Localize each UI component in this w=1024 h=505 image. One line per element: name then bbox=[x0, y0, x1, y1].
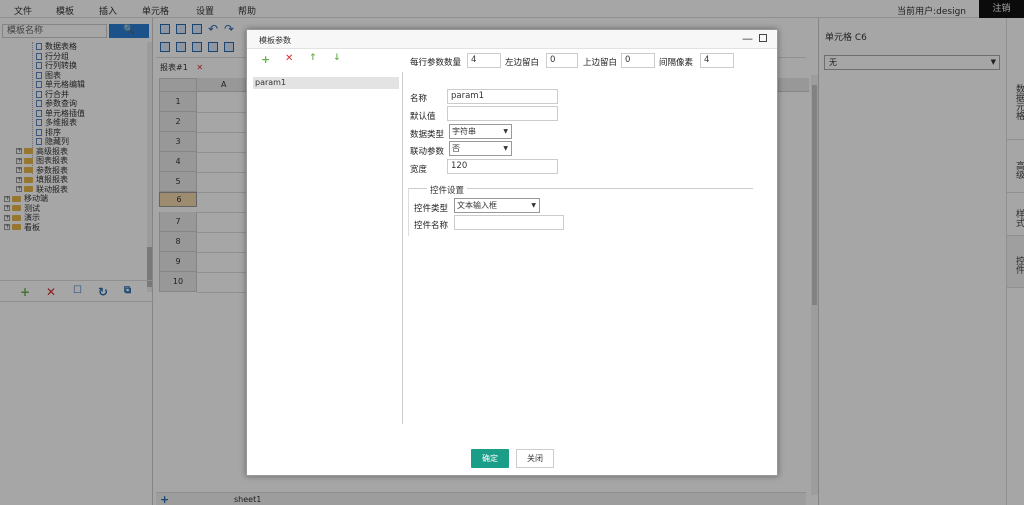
control-settings-legend: 控件设置 bbox=[427, 184, 468, 196]
close-button[interactable]: 关闭 bbox=[516, 449, 554, 468]
data-type-select[interactable]: 字符串 ▼ bbox=[449, 124, 512, 139]
dialog-divider bbox=[402, 72, 403, 424]
move-down-icon[interactable]: ↓ bbox=[333, 53, 341, 63]
per-row-label: 每行参数数量 bbox=[410, 58, 462, 68]
linked-label: 联动参数 bbox=[410, 147, 445, 157]
top-margin-input[interactable]: 0 bbox=[621, 53, 655, 68]
width-label: 宽度 bbox=[410, 165, 428, 175]
default-label: 默认值 bbox=[410, 112, 436, 122]
dialog-title-bar: 模板参数 — bbox=[247, 30, 777, 49]
maximize-icon[interactable] bbox=[759, 34, 767, 42]
control-type-value: 文本输入框 bbox=[457, 201, 497, 210]
param-list-item[interactable]: param1 bbox=[253, 77, 399, 89]
width-input[interactable]: 120 bbox=[447, 159, 558, 174]
template-params-dialog: 模板参数 — + ✕ ↑ ↓ param1 每行参数数量 4 左边留白 0 上边… bbox=[246, 29, 778, 476]
chevron-down-icon: ▼ bbox=[503, 145, 508, 152]
data-type-value: 字符串 bbox=[452, 127, 476, 136]
chevron-down-icon: ▼ bbox=[531, 202, 536, 209]
add-param-icon[interactable]: + bbox=[261, 53, 270, 66]
top-margin-label: 上边留白 bbox=[583, 58, 618, 68]
gap-input[interactable]: 4 bbox=[700, 53, 734, 68]
default-input[interactable] bbox=[447, 106, 558, 121]
gap-label: 间隔像素 bbox=[659, 58, 694, 68]
control-type-select[interactable]: 文本输入框 ▼ bbox=[454, 198, 540, 213]
confirm-button[interactable]: 确定 bbox=[471, 449, 509, 468]
left-margin-input[interactable]: 0 bbox=[546, 53, 578, 68]
minimize-icon[interactable]: — bbox=[742, 32, 753, 45]
name-label: 名称 bbox=[410, 94, 428, 104]
delete-param-icon[interactable]: ✕ bbox=[285, 53, 293, 64]
linked-value: 否 bbox=[452, 144, 460, 153]
data-type-label: 数据类型 bbox=[410, 130, 445, 140]
per-row-input[interactable]: 4 bbox=[467, 53, 501, 68]
left-margin-label: 左边留白 bbox=[505, 58, 540, 68]
control-type-label: 控件类型 bbox=[414, 204, 449, 214]
move-up-icon[interactable]: ↑ bbox=[309, 53, 317, 63]
control-name-label: 控件名称 bbox=[414, 221, 449, 231]
name-input[interactable]: param1 bbox=[447, 89, 558, 104]
dialog-title: 模板参数 bbox=[259, 36, 291, 45]
linked-select[interactable]: 否 ▼ bbox=[449, 141, 512, 156]
control-name-input[interactable] bbox=[454, 215, 564, 230]
chevron-down-icon: ▼ bbox=[503, 128, 508, 135]
